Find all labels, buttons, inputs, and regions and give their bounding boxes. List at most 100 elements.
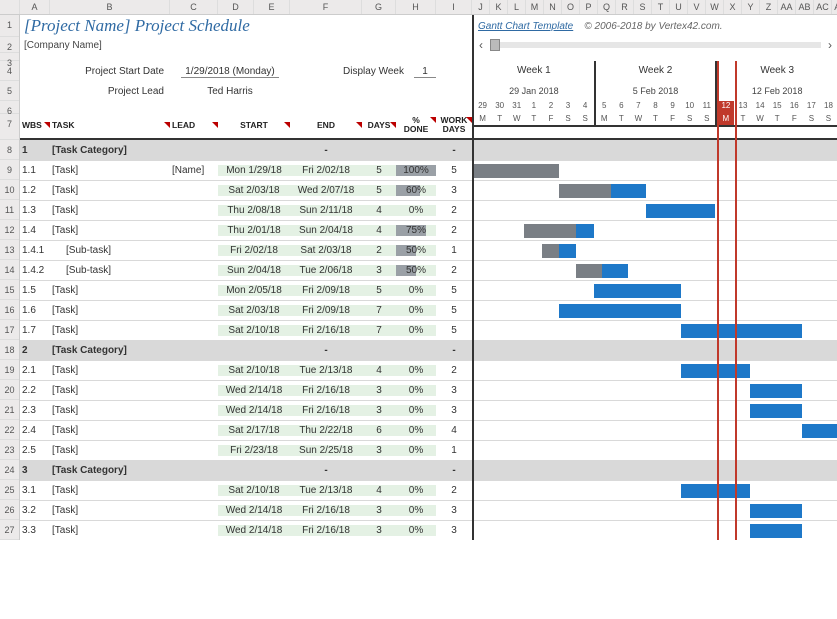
cell-wbs[interactable]: 2.2 [20,385,50,396]
row-header-8[interactable]: 8 [0,140,19,160]
col-header-S[interactable]: S [634,0,652,14]
cell-pct-done[interactable]: 0% [396,425,436,436]
col-work-days[interactable]: WORK DAYS [436,116,472,136]
cell-end[interactable]: Tue 2/06/18 [290,265,362,276]
cell-wbs[interactable]: 3.2 [20,505,50,516]
col-header-H[interactable]: H [396,0,436,14]
cell-days[interactable]: 5 [362,185,396,196]
col-header-W[interactable]: W [706,0,724,14]
col-task[interactable]: TASK [50,121,170,132]
cell-work[interactable]: 3 [436,185,472,196]
display-week-cell[interactable]: 1 [414,66,436,78]
cell-wbs[interactable]: 1.7 [20,325,50,336]
cell-task[interactable]: [Task] [50,285,170,296]
cell-pct-done[interactable]: 0% [396,325,436,336]
cell-start[interactable]: Fri 2/02/18 [218,245,290,256]
cell-wbs[interactable]: 1.5 [20,285,50,296]
cell-work[interactable]: 2 [436,485,472,496]
cell-days[interactable]: 3 [362,405,396,416]
cell-pct-done[interactable]: 0% [396,505,436,516]
row-header-4[interactable]: 4 [0,61,19,81]
cell-pct-done[interactable]: 0% [396,285,436,296]
cell-days[interactable]: 3 [362,385,396,396]
row-header-17[interactable]: 17 [0,320,19,340]
cell-wbs[interactable]: 3 [20,465,50,476]
cell-work[interactable]: - [436,145,472,156]
cell-task[interactable]: [Task Category] [50,145,170,156]
cell-end[interactable]: Fri 2/16/18 [290,385,362,396]
row-header-14[interactable]: 14 [0,260,19,280]
row-header-7[interactable]: 7 [0,114,19,140]
cell-wbs[interactable]: 3.1 [20,485,50,496]
cell-task[interactable]: [Task] [50,385,170,396]
cell-start[interactable]: Sun 2/04/18 [218,265,290,276]
cell-work[interactable]: 1 [436,445,472,456]
cell-pct-done[interactable]: 0% [396,485,436,496]
cell-end[interactable]: Tue 2/13/18 [290,485,362,496]
col-header-C[interactable]: C [170,0,218,14]
week-scroll-track[interactable] [490,42,821,48]
col-header-F[interactable]: F [290,0,362,14]
col-header-V[interactable]: V [688,0,706,14]
cell-days[interactable]: 2 [362,245,396,256]
cell-pct-done[interactable]: 0% [396,305,436,316]
cell-start[interactable]: Wed 2/14/18 [218,385,290,396]
col-wbs[interactable]: WBS [20,121,50,132]
cell-task[interactable]: [Sub-task] [50,265,170,276]
cell-end[interactable]: Sat 2/03/18 [290,245,362,256]
cell-pct-done[interactable]: 0% [396,365,436,376]
cell-pct-done[interactable]: 0% [396,405,436,416]
row-header-9[interactable]: 9 [0,160,19,180]
cell-task[interactable]: [Task] [50,445,170,456]
cell-pct-done[interactable]: 0% [396,385,436,396]
select-all-cell[interactable] [0,0,20,14]
row-header-3[interactable]: 3 [0,53,19,61]
cell-end[interactable]: Thu 2/22/18 [290,425,362,436]
col-header-U[interactable]: U [670,0,688,14]
col-header-O[interactable]: O [562,0,580,14]
cell-end[interactable]: Sun 2/04/18 [290,225,362,236]
col-header-Z[interactable]: Z [760,0,778,14]
cell-days[interactable]: 6 [362,425,396,436]
cell-pct-done[interactable]: 0% [396,205,436,216]
col-header-AB[interactable]: AB [796,0,814,14]
cell-start[interactable]: Mon 2/05/18 [218,285,290,296]
cell-pct-done[interactable]: 0% [396,445,436,456]
col-header-AC[interactable]: AC [814,0,832,14]
row-header-2[interactable]: 2 [0,37,19,53]
cell-days[interactable]: 4 [362,225,396,236]
cell-end[interactable]: Sun 2/11/18 [290,205,362,216]
cell-start[interactable]: Thu 2/08/18 [218,205,290,216]
cell-work[interactable]: 5 [436,165,472,176]
col-start[interactable]: START [218,121,290,132]
cell-wbs[interactable]: 2.3 [20,405,50,416]
col-header-Q[interactable]: Q [598,0,616,14]
col-lead[interactable]: LEAD [170,121,218,132]
col-header-Y[interactable]: Y [742,0,760,14]
row-header-12[interactable]: 12 [0,220,19,240]
cell-end[interactable]: Fri 2/16/18 [290,405,362,416]
cell-work[interactable]: 1 [436,245,472,256]
cell-days[interactable]: 3 [362,525,396,536]
cell-work[interactable]: 2 [436,365,472,376]
row-header-18[interactable]: 18 [0,340,19,360]
cell-days[interactable]: 3 [362,505,396,516]
cell-task[interactable]: [Task] [50,505,170,516]
cell-pct-done[interactable]: 100% [396,165,436,176]
cell-task[interactable]: [Task] [50,325,170,336]
col-header-R[interactable]: R [616,0,634,14]
cell-work[interactable]: 5 [436,285,472,296]
cell-days[interactable]: 3 [362,265,396,276]
col-pct-done[interactable]: % DONE [396,116,436,136]
row-header-13[interactable]: 13 [0,240,19,260]
cell-task[interactable]: [Task] [50,225,170,236]
cell-start[interactable]: Sat 2/10/18 [218,325,290,336]
row-header-5[interactable]: 5 [0,81,19,101]
cell-work[interactable]: 5 [436,325,472,336]
cell-days[interactable]: 7 [362,305,396,316]
col-header-A[interactable]: A [20,0,50,14]
cell-wbs[interactable]: 2 [20,345,50,356]
cell-start[interactable]: Sat 2/10/18 [218,485,290,496]
cell-end[interactable]: - [290,345,362,356]
next-week-button[interactable]: › [823,38,837,52]
